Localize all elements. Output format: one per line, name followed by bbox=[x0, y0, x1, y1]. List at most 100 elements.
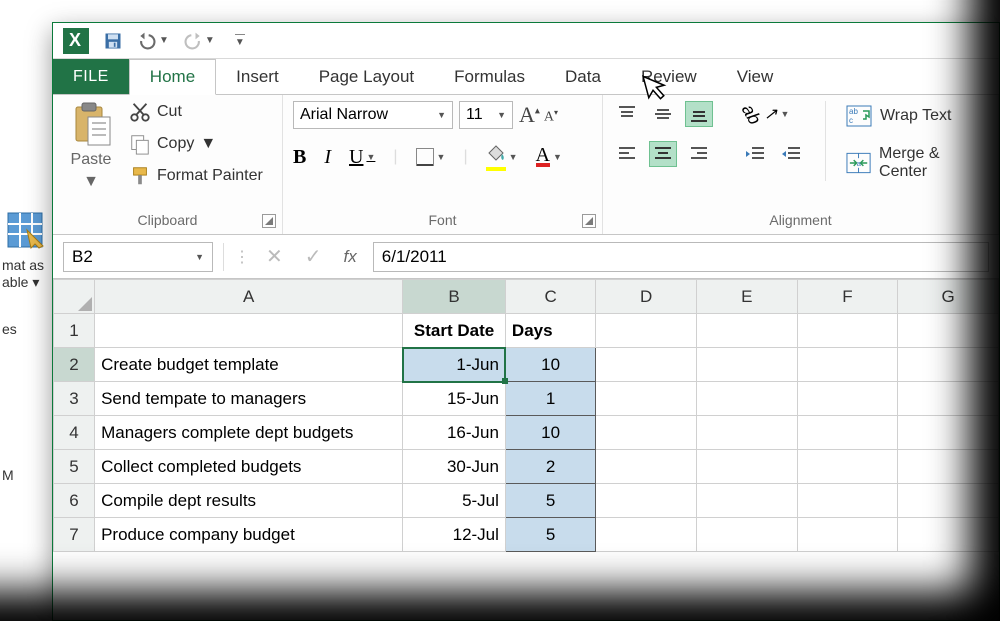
align-left-button[interactable] bbox=[613, 141, 641, 167]
cell-A1[interactable] bbox=[95, 314, 403, 348]
cell-B4[interactable]: 16-Jun bbox=[403, 416, 506, 450]
tab-formulas[interactable]: Formulas bbox=[434, 59, 545, 94]
paste-button[interactable]: Paste ▼ bbox=[63, 101, 119, 191]
cell[interactable] bbox=[797, 484, 898, 518]
cell[interactable] bbox=[898, 484, 999, 518]
cell[interactable] bbox=[696, 518, 797, 552]
cancel-formula-button[interactable]: ✕ bbox=[260, 244, 289, 269]
shrink-font-button[interactable]: A▾ bbox=[544, 108, 558, 128]
cell-A7[interactable]: Produce company budget bbox=[95, 518, 403, 552]
row-header-1[interactable]: 1 bbox=[54, 314, 95, 348]
font-name-select[interactable]: Arial Narrow▼ bbox=[293, 101, 453, 129]
tab-view[interactable]: View bbox=[717, 59, 794, 94]
copy-button[interactable]: Copy ▼ bbox=[129, 133, 263, 155]
cell-B1[interactable]: Start Date bbox=[403, 314, 506, 348]
cell[interactable] bbox=[797, 450, 898, 484]
tab-data[interactable]: Data bbox=[545, 59, 621, 94]
grow-font-button[interactable]: A▴ bbox=[519, 102, 540, 128]
font-size-select[interactable]: 11▼ bbox=[459, 101, 513, 129]
cell-C1[interactable]: Days bbox=[505, 314, 595, 348]
cell[interactable] bbox=[596, 450, 697, 484]
bold-button[interactable]: B bbox=[293, 146, 306, 169]
cell[interactable] bbox=[596, 348, 697, 382]
excel-app-icon[interactable] bbox=[63, 28, 89, 54]
row-header-4[interactable]: 4 bbox=[54, 416, 95, 450]
dialog-launcher-font[interactable] bbox=[582, 214, 596, 228]
cell[interactable] bbox=[898, 314, 999, 348]
cell[interactable] bbox=[596, 314, 697, 348]
cell[interactable] bbox=[898, 450, 999, 484]
cell[interactable] bbox=[898, 518, 999, 552]
cell-A6[interactable]: Compile dept results bbox=[95, 484, 403, 518]
font-color-button[interactable]: A▼ bbox=[536, 147, 562, 167]
tab-page-layout[interactable]: Page Layout bbox=[299, 59, 434, 94]
worksheet-grid[interactable]: A B C D E F G 1 Start Date Days bbox=[53, 279, 999, 552]
tab-home[interactable]: Home bbox=[129, 59, 216, 95]
row-header-6[interactable]: 6 bbox=[54, 484, 95, 518]
col-header-E[interactable]: E bbox=[696, 280, 797, 314]
cell[interactable] bbox=[898, 416, 999, 450]
col-header-B[interactable]: B bbox=[403, 280, 506, 314]
align-right-button[interactable] bbox=[685, 141, 713, 167]
cell-B3[interactable]: 15-Jun bbox=[403, 382, 506, 416]
col-header-F[interactable]: F bbox=[797, 280, 898, 314]
cell-C5[interactable]: 2 bbox=[505, 450, 595, 484]
cell-C4[interactable]: 10 bbox=[505, 416, 595, 450]
formula-input[interactable]: 6/1/2011 bbox=[373, 242, 989, 272]
cell[interactable] bbox=[596, 416, 697, 450]
borders-button[interactable]: ▼ bbox=[416, 148, 446, 166]
increase-indent-button[interactable] bbox=[777, 141, 805, 167]
col-header-A[interactable]: A bbox=[95, 280, 403, 314]
row-header-5[interactable]: 5 bbox=[54, 450, 95, 484]
col-header-C[interactable]: C bbox=[505, 280, 595, 314]
cell-C2[interactable]: 10 bbox=[505, 348, 595, 382]
cell-B5[interactable]: 30-Jun bbox=[403, 450, 506, 484]
enter-formula-button[interactable]: ✓ bbox=[299, 244, 328, 269]
cell-A2[interactable]: Create budget template bbox=[95, 348, 403, 382]
dialog-launcher-clipboard[interactable] bbox=[262, 214, 276, 228]
tab-review[interactable]: Review bbox=[621, 59, 717, 94]
align-top-button[interactable] bbox=[613, 101, 641, 127]
cell-C7[interactable]: 5 bbox=[505, 518, 595, 552]
cell[interactable] bbox=[797, 348, 898, 382]
cell[interactable] bbox=[696, 484, 797, 518]
customize-qat-icon[interactable]: ▼ bbox=[235, 34, 245, 48]
cell[interactable] bbox=[596, 484, 697, 518]
cell[interactable] bbox=[898, 348, 999, 382]
cell-C6[interactable]: 5 bbox=[505, 484, 595, 518]
merge-center-button[interactable]: a Merge & Center bbox=[846, 145, 988, 181]
redo-button[interactable]: ▼ bbox=[183, 31, 215, 51]
cell[interactable] bbox=[797, 518, 898, 552]
fill-color-button[interactable]: ▼ bbox=[486, 143, 518, 171]
cell[interactable] bbox=[596, 518, 697, 552]
orientation-button[interactable]: ab↗▼ bbox=[741, 104, 789, 125]
cell[interactable] bbox=[696, 348, 797, 382]
row-header-7[interactable]: 7 bbox=[54, 518, 95, 552]
align-middle-button[interactable] bbox=[649, 101, 677, 127]
cut-button[interactable]: Cut bbox=[129, 101, 263, 123]
cell[interactable] bbox=[797, 314, 898, 348]
decrease-indent-button[interactable] bbox=[741, 141, 769, 167]
cell-B6[interactable]: 5-Jul bbox=[403, 484, 506, 518]
select-all-corner[interactable] bbox=[54, 280, 95, 314]
cell[interactable] bbox=[696, 416, 797, 450]
tab-insert[interactable]: Insert bbox=[216, 59, 299, 94]
col-header-G[interactable]: G bbox=[898, 280, 999, 314]
align-center-button[interactable] bbox=[649, 141, 677, 167]
cell-A5[interactable]: Collect completed budgets bbox=[95, 450, 403, 484]
save-icon[interactable] bbox=[103, 31, 123, 51]
underline-button[interactable]: U▼ bbox=[349, 146, 375, 169]
row-header-2[interactable]: 2 bbox=[54, 348, 95, 382]
cell[interactable] bbox=[696, 450, 797, 484]
col-header-D[interactable]: D bbox=[596, 280, 697, 314]
cell[interactable] bbox=[696, 314, 797, 348]
cell[interactable] bbox=[596, 382, 697, 416]
format-painter-button[interactable]: Format Painter bbox=[129, 165, 263, 187]
cell[interactable] bbox=[898, 382, 999, 416]
name-box[interactable]: B2▼ bbox=[63, 242, 213, 272]
cell-B2-active[interactable]: 1-Jun bbox=[403, 348, 506, 382]
cell[interactable] bbox=[797, 416, 898, 450]
insert-function-button[interactable]: fx bbox=[338, 247, 363, 267]
tab-file[interactable]: FILE bbox=[53, 59, 129, 94]
cell-A3[interactable]: Send tempate to managers bbox=[95, 382, 403, 416]
